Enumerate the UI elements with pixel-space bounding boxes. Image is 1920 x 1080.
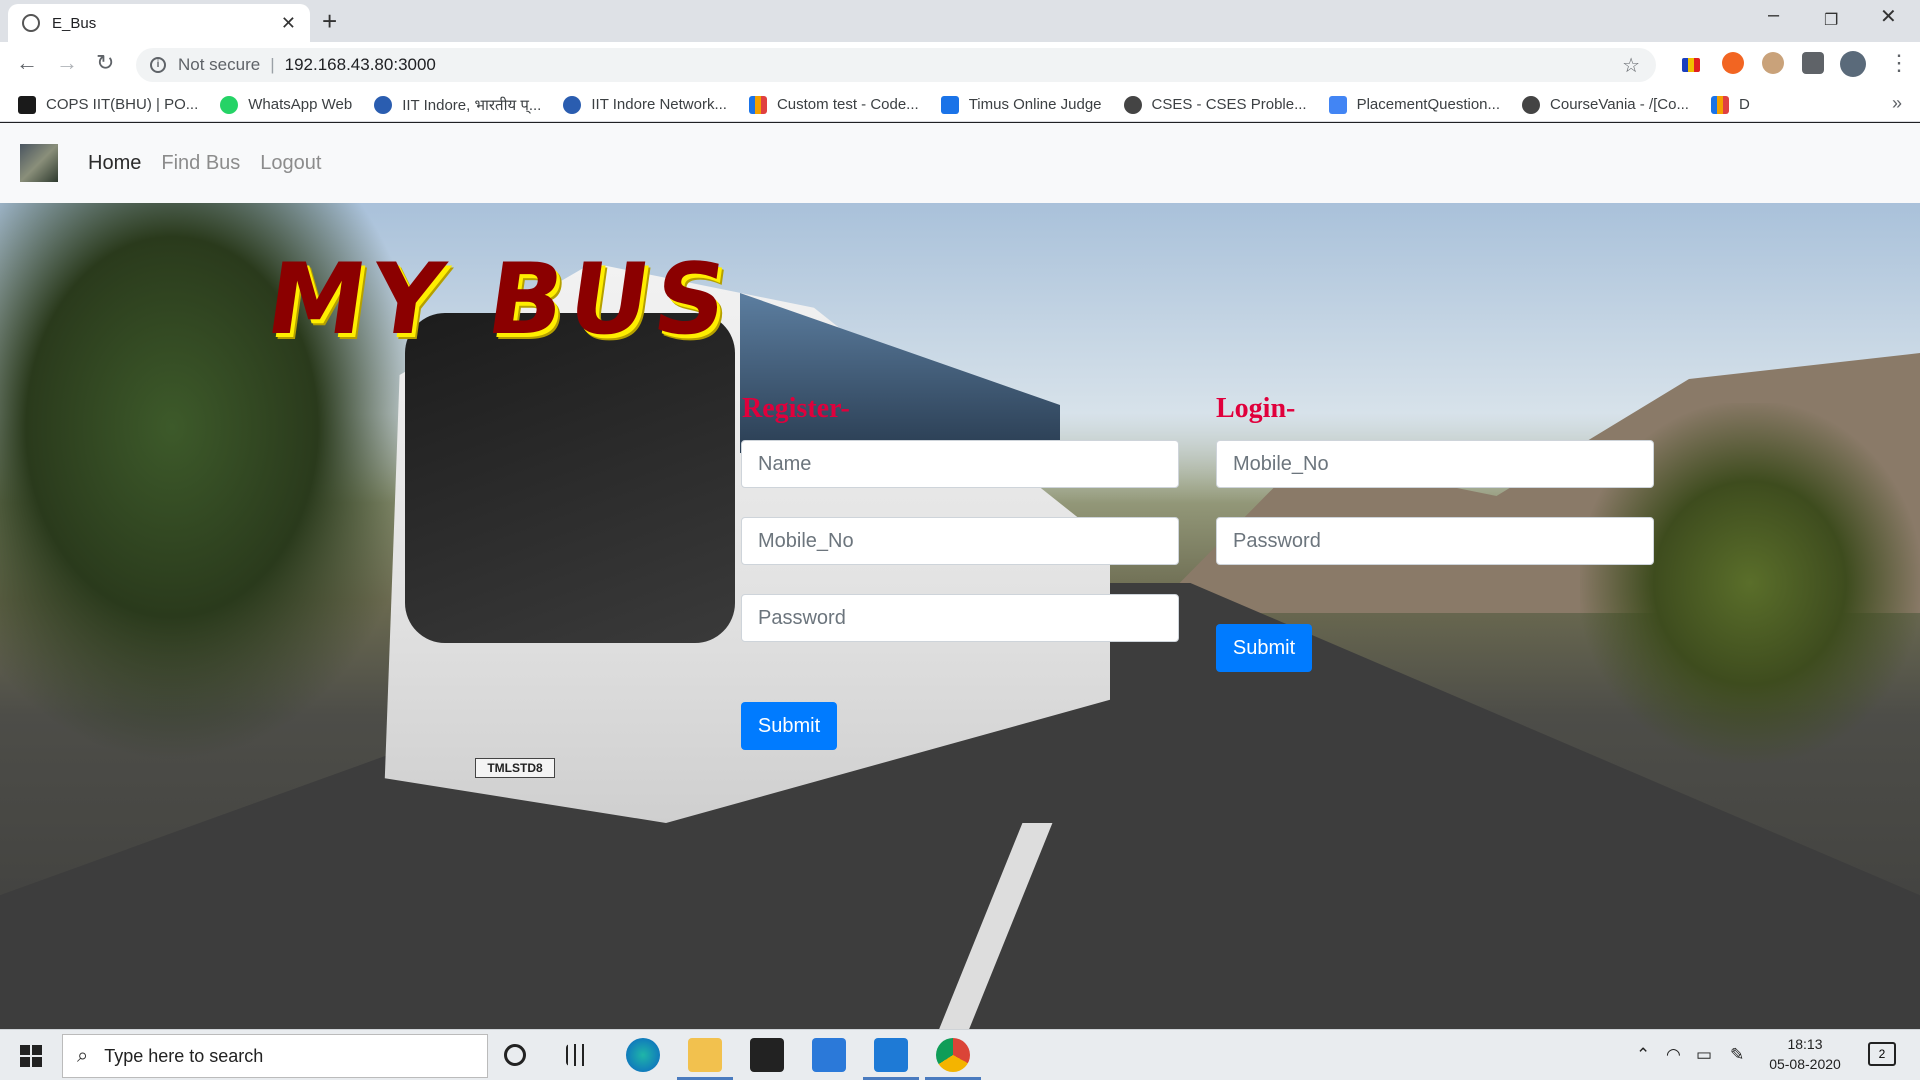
clock-time: 18:13 — [1787, 1036, 1823, 1052]
bookmark-icon — [18, 95, 36, 114]
bookmark-item[interactable]: WhatsApp Web — [220, 95, 352, 114]
globe-icon — [1123, 95, 1142, 114]
nav-find-bus[interactable]: Find Bus — [161, 152, 240, 175]
address-divider: | — [270, 55, 275, 74]
bookmark-item[interactable]: CSES - CSES Proble... — [1123, 95, 1307, 114]
vscode-icon[interactable] — [874, 1038, 908, 1072]
bookmark-item[interactable]: Timus Online Judge — [940, 95, 1102, 114]
timus-icon — [940, 95, 959, 114]
bookmark-item[interactable]: D — [1710, 95, 1750, 114]
file-explorer-icon[interactable] — [688, 1038, 722, 1072]
login-heading: Login- — [1216, 393, 1296, 424]
search-icon: ⌕ — [77, 1044, 89, 1067]
bookmarks-bar: COPS IIT(BHU) | PO... WhatsApp Web IIT I… — [0, 88, 1920, 122]
reload-icon[interactable]: ↻ — [96, 50, 114, 76]
back-arrow-icon[interactable]: ← — [16, 50, 38, 76]
cortana-icon[interactable] — [504, 1044, 526, 1066]
bookmark-item[interactable]: COPS IIT(BHU) | PO... — [18, 95, 198, 114]
extension-orange-icon[interactable] — [1722, 52, 1744, 74]
security-label: Not secure — [178, 55, 261, 74]
taskbar-search-placeholder: Type here to search — [104, 1045, 264, 1066]
login-mobile-input[interactable] — [1216, 440, 1654, 488]
bus-license-plate: TMLSTD8 — [475, 758, 555, 778]
windows-start-icon[interactable] — [20, 1045, 42, 1067]
forward-arrow-icon[interactable]: → — [56, 50, 78, 76]
bookmark-item[interactable]: CourseVania - /[Co... — [1522, 95, 1689, 114]
taskbar-clock[interactable]: 18:13 05-08-2020 — [1760, 1034, 1850, 1074]
browser-tab[interactable]: E_Bus ✕ — [8, 4, 310, 42]
bookmark-item[interactable]: IIT Indore Network... — [563, 95, 727, 114]
new-tab-button[interactable]: + — [322, 6, 337, 37]
whatsapp-icon — [220, 95, 239, 114]
minimize-icon[interactable]: – — [1768, 4, 1779, 27]
window-close-icon[interactable]: ✕ — [1880, 4, 1897, 29]
extensions-puzzle-icon[interactable] — [1802, 52, 1824, 74]
site-title: MY BUS — [259, 243, 740, 357]
battery-icon[interactable]: ▭ — [1696, 1045, 1712, 1065]
edge-icon[interactable] — [626, 1038, 660, 1072]
clock-date: 05-08-2020 — [1769, 1056, 1841, 1072]
profile-avatar[interactable] — [1840, 51, 1866, 77]
bar-chart-icon — [748, 95, 767, 114]
bookmark-item[interactable]: PlacementQuestion... — [1328, 95, 1500, 114]
mail-icon[interactable] — [812, 1038, 846, 1072]
bookmark-item[interactable]: Custom test - Code... — [748, 95, 919, 114]
extension-flag-icon[interactable] — [1682, 58, 1700, 72]
taskbar-search-box[interactable]: ⌕ Type here to search — [62, 1034, 488, 1078]
pen-icon[interactable]: ✎ — [1730, 1045, 1744, 1065]
bookmark-item[interactable]: IIT Indore, भारतीय प्... — [374, 95, 541, 115]
bar-chart-icon — [1710, 95, 1729, 114]
register-name-input[interactable] — [741, 440, 1179, 488]
login-submit-button[interactable]: Submit — [1216, 624, 1312, 672]
bookmarks-overflow-icon[interactable]: » — [1892, 93, 1902, 114]
bookmark-star-icon[interactable]: ☆ — [1622, 53, 1640, 78]
login-password-input[interactable] — [1216, 517, 1654, 565]
register-password-input[interactable] — [741, 594, 1179, 642]
notification-center-icon[interactable]: 2 — [1868, 1042, 1896, 1066]
browser-tab-strip: E_Bus ✕ + – ❐ ✕ — [0, 0, 1920, 42]
browser-menu-icon[interactable]: ⋮ — [1888, 50, 1910, 76]
restore-icon[interactable]: ❐ — [1824, 10, 1838, 30]
store-icon[interactable] — [750, 1038, 784, 1072]
document-icon — [1328, 95, 1347, 114]
task-view-icon[interactable] — [566, 1044, 590, 1066]
register-heading: Register- — [742, 393, 850, 424]
nav-logout[interactable]: Logout — [260, 152, 321, 175]
chrome-icon[interactable] — [936, 1038, 970, 1072]
tab-title: E_Bus — [52, 14, 97, 32]
globe-icon — [1522, 95, 1541, 114]
hero-background: TMLSTD8 MY BUS Register- Submit Login- S… — [0, 203, 1920, 1029]
tray-chevron-up-icon[interactable]: ⌃ — [1636, 1045, 1650, 1065]
nav-home[interactable]: Home — [88, 152, 141, 175]
site-navbar: Home Find Bus Logout — [0, 123, 1920, 203]
info-icon[interactable]: i — [150, 57, 166, 73]
extension-cookie-icon[interactable] — [1762, 52, 1784, 74]
network-icon[interactable]: ◠ — [1666, 1045, 1681, 1065]
bus-windshield — [405, 313, 735, 643]
address-bar[interactable]: i Not secure | 192.168.43.80:3000 ☆ — [136, 48, 1656, 82]
brand-logo[interactable] — [20, 144, 58, 182]
institute-seal-icon — [563, 95, 582, 114]
windows-taskbar: ⌕ Type here to search ⌃ ◠ ▭ ✎ 18:13 05-0… — [0, 1029, 1920, 1080]
browser-toolbar: ← → ↻ i Not secure | 192.168.43.80:3000 … — [0, 42, 1920, 88]
tab-close-icon[interactable]: ✕ — [281, 13, 296, 34]
globe-icon — [22, 14, 40, 32]
register-mobile-input[interactable] — [741, 517, 1179, 565]
register-submit-button[interactable]: Submit — [741, 702, 837, 750]
address-url: 192.168.43.80:3000 — [284, 55, 436, 74]
institute-seal-icon — [374, 95, 393, 114]
